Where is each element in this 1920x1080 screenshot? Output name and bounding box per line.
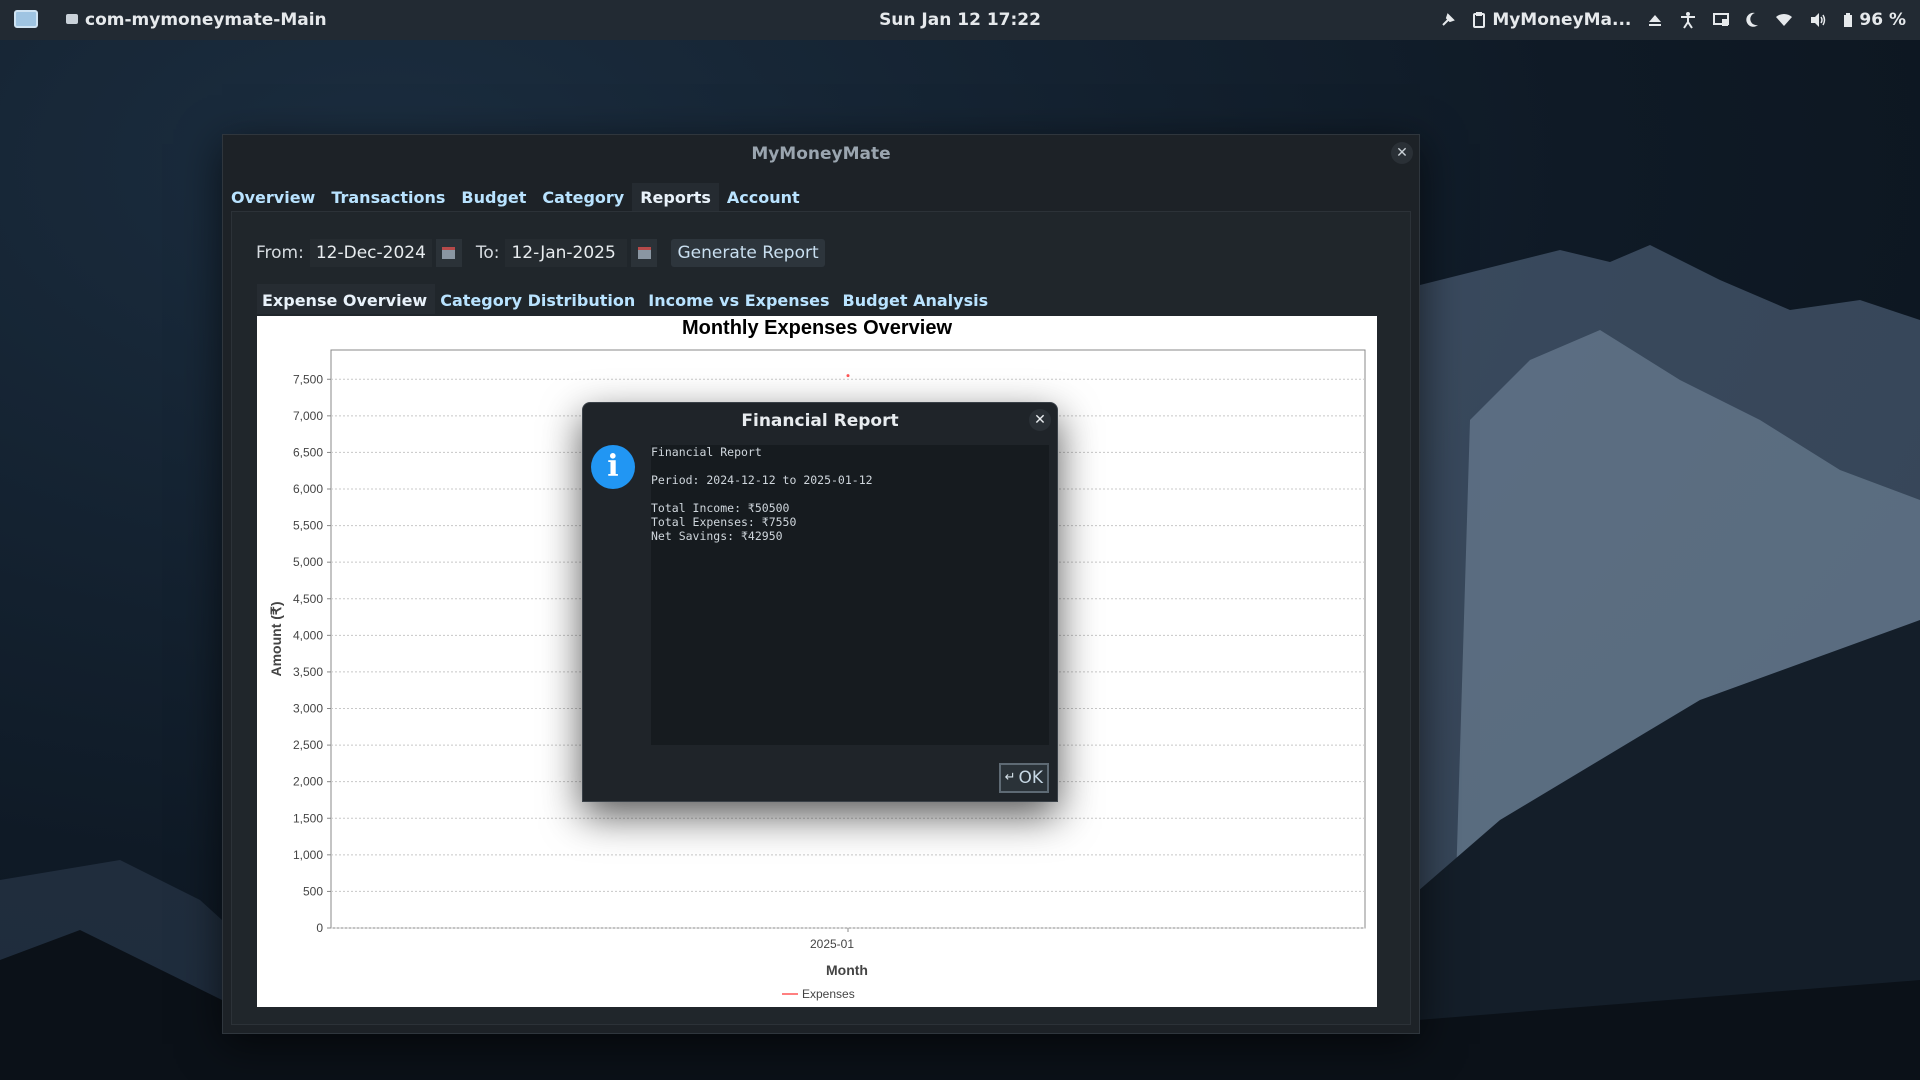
report-line: Total Expenses: ₹7550	[651, 515, 797, 529]
legend: Expenses	[782, 987, 855, 1001]
y-tick-label: 2,500	[293, 738, 323, 752]
battery-icon	[1844, 13, 1853, 27]
window-titlebar[interactable]: MyMoneyMate ✕	[223, 135, 1419, 171]
top-panel: com-mymoneymate-Main Sun Jan 12 17:22 My…	[0, 0, 1920, 40]
data-point	[846, 374, 850, 378]
tab-transactions[interactable]: Transactions	[323, 183, 453, 213]
screen-icon[interactable]	[1713, 13, 1730, 27]
report-sub-tab-bar: Expense Overview Category Distribution I…	[257, 284, 996, 314]
report-line: Total Income: ₹50500	[651, 501, 790, 515]
clipboard-icon	[1473, 12, 1486, 28]
financial-report-dialog: Financial Report ✕ i Financial Report Pe…	[582, 402, 1058, 802]
accessibility-icon[interactable]	[1679, 11, 1697, 29]
report-line: Net Savings: ₹42950	[651, 529, 783, 543]
y-tick-label: 7,500	[293, 372, 323, 386]
y-tick-label: 7,000	[293, 409, 323, 423]
night-mode-icon[interactable]	[1745, 12, 1759, 28]
task-indicator[interactable]: MyMoneyMa...	[1472, 10, 1631, 30]
y-tick-label: 3,000	[293, 702, 323, 716]
main-tab-bar: Overview Transactions Budget Category Re…	[223, 183, 808, 213]
y-tick-label: 2,000	[293, 775, 323, 789]
wifi-icon[interactable]	[1775, 13, 1793, 27]
report-line	[651, 487, 1049, 501]
y-tick-label: 500	[303, 884, 323, 898]
from-date-picker-button[interactable]	[435, 239, 462, 267]
from-label: From:	[256, 243, 304, 263]
tab-income-vs-expenses[interactable]: Income vs Expenses	[643, 284, 837, 314]
window-title: MyMoneyMate	[751, 144, 891, 164]
tab-category-distribution[interactable]: Category Distribution	[435, 284, 643, 314]
to-label: To:	[475, 243, 500, 263]
report-line: Financial Report	[651, 445, 762, 459]
from-date-field[interactable]: 12-Dec-2024	[309, 239, 432, 267]
calendar-icon	[637, 247, 651, 259]
y-axis-label: Amount (₹)	[268, 602, 284, 677]
y-tick-label: 1,000	[293, 848, 323, 862]
report-line	[651, 459, 1049, 473]
x-axis-label: Month	[826, 962, 868, 978]
y-tick-label: 1,500	[293, 811, 323, 825]
window-close-button[interactable]: ✕	[1391, 142, 1413, 164]
y-tick-label: 6,500	[293, 445, 323, 459]
x-tick-label: 2025-01	[810, 937, 854, 951]
dialog-title: Financial Report	[741, 411, 899, 431]
y-tick-label: 5,500	[293, 519, 323, 533]
battery-percent: 96 %	[1859, 10, 1906, 30]
to-date-field[interactable]: 12-Jan-2025	[505, 239, 628, 267]
pin-icon[interactable]	[1440, 12, 1456, 28]
legend-label-expenses: Expenses	[802, 987, 855, 1001]
y-tick-label: 4,500	[293, 592, 323, 606]
battery-indicator[interactable]: 96 %	[1843, 10, 1906, 30]
enter-icon: ↵	[1004, 770, 1016, 785]
tab-budget[interactable]: Budget	[453, 183, 534, 213]
ok-button[interactable]: ↵ OK	[998, 763, 1049, 793]
y-tick-label: 3,500	[293, 665, 323, 679]
y-tick-label: 5,000	[293, 555, 323, 569]
to-date-picker-button[interactable]	[631, 239, 658, 267]
report-text-area[interactable]: Financial Report Period: 2024-12-12 to 2…	[651, 445, 1049, 745]
tab-account[interactable]: Account	[719, 183, 808, 213]
info-icon: i	[591, 445, 635, 489]
tab-category[interactable]: Category	[534, 183, 632, 213]
y-tick-label: 6,000	[293, 482, 323, 496]
volume-icon[interactable]	[1809, 12, 1827, 28]
system-tray: MyMoneyMa... 96 %	[1440, 8, 1906, 32]
y-tick-label: 4,000	[293, 628, 323, 642]
report-line: Period: 2024-12-12 to 2025-01-12	[651, 473, 873, 487]
tab-budget-analysis[interactable]: Budget Analysis	[838, 284, 997, 314]
generate-report-button[interactable]: Generate Report	[671, 239, 825, 267]
chart-title: Monthly Expenses Overview	[682, 317, 953, 339]
tab-reports[interactable]: Reports	[632, 183, 719, 213]
dialog-close-button[interactable]: ✕	[1029, 409, 1051, 431]
calendar-icon	[442, 247, 456, 259]
y-tick-label: 0	[316, 921, 323, 935]
task-title: MyMoneyMa...	[1492, 10, 1632, 30]
tab-overview[interactable]: Overview	[223, 183, 323, 213]
ok-label: OK	[1018, 768, 1043, 788]
eject-icon[interactable]	[1647, 12, 1663, 28]
report-toolbar: From: 12-Dec-2024 To: 12-Jan-2025 Genera…	[256, 238, 825, 268]
tab-expense-overview[interactable]: Expense Overview	[257, 284, 436, 314]
